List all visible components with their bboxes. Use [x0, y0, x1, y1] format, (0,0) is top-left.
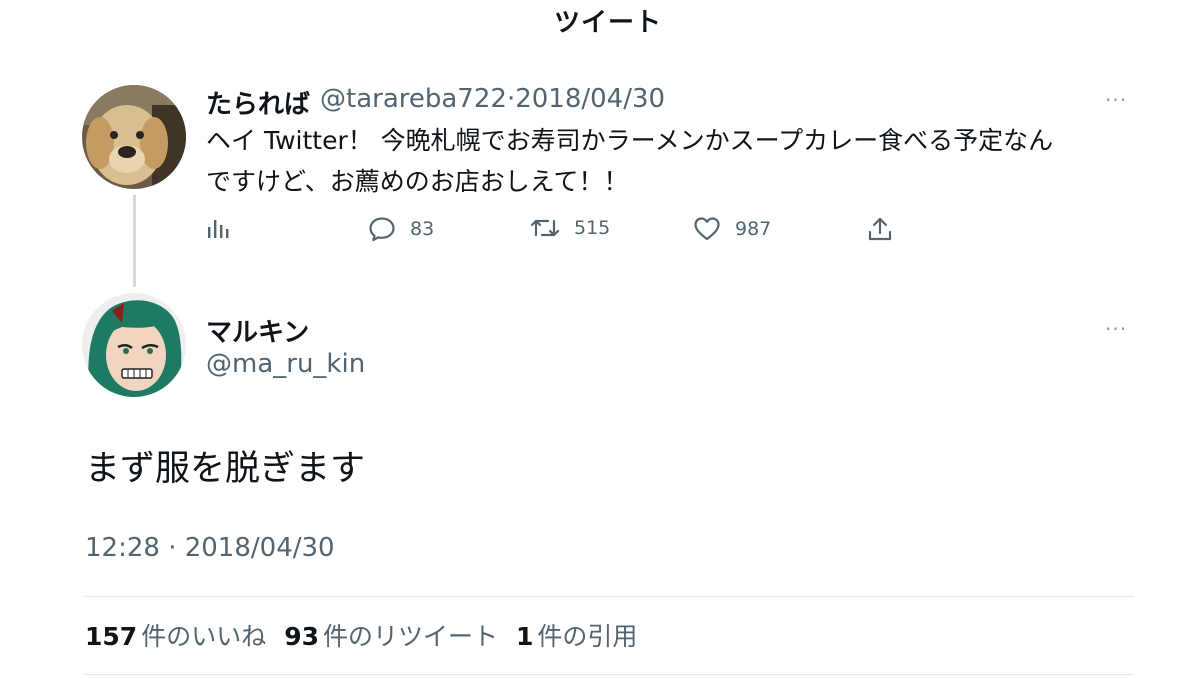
reply-count: 83: [410, 218, 435, 240]
author-name-marukin[interactable]: マルキン: [206, 312, 309, 349]
tweet-timestamp[interactable]: 12:28 · 2018/04/30: [85, 533, 335, 563]
tweet-text-line: ヘイ Twitter！ 今晩札幌でお寿司かラーメンかスープカレー食べる予定なん: [206, 126, 1054, 155]
handle-text: @tarareba722: [320, 84, 507, 114]
quotes-stat[interactable]: 1 件の引用: [516, 617, 637, 653]
bar-chart-icon: [208, 220, 229, 238]
handle-separator: ·: [506, 84, 516, 114]
tweet-date: 2018/04/30: [515, 84, 666, 114]
avatar-marukin[interactable]: [82, 293, 186, 397]
likes-count: 157: [85, 622, 138, 651]
avatar-tarareba[interactable]: [82, 85, 186, 189]
dog-avatar-image: [82, 85, 186, 189]
author-name-tarareba[interactable]: たられば: [206, 84, 310, 121]
engagement-stats: 157 件のいいね 93 件のリツイート 1 件の引用: [85, 617, 637, 653]
like-button[interactable]: 987: [693, 216, 771, 242]
reply-icon: [369, 217, 395, 242]
reply-tweet-text: まず服を脱ぎます: [85, 449, 366, 489]
tweet-text-line: ですけど、お薦めのお店おしえて！！: [206, 167, 629, 196]
page-title: ツイート: [553, 8, 662, 38]
thread-connector-line: [133, 195, 136, 287]
analytics-button[interactable]: [206, 216, 230, 240]
share-button[interactable]: [867, 216, 893, 242]
divider: [85, 674, 1134, 675]
likes-stat[interactable]: 157 件のいいね: [85, 617, 266, 653]
retweet-count: 515: [574, 217, 611, 239]
retweets-count: 93: [284, 622, 319, 651]
original-tweet-text: ヘイ Twitter！ 今晩札幌でお寿司かラーメンかスープカレー食べる予定なん …: [206, 120, 1136, 202]
author-handle-tarareba[interactable]: @tarareba722·2018/04/30: [320, 84, 665, 114]
divider: [85, 596, 1134, 597]
reply-button[interactable]: 83: [368, 216, 434, 242]
quotes-label: 件の引用: [537, 622, 638, 651]
more-options-button[interactable]: ···: [1105, 88, 1127, 112]
like-count: 987: [735, 218, 772, 240]
author-handle-marukin[interactable]: @ma_ru_kin: [206, 349, 365, 379]
likes-label: 件のいいね: [141, 622, 267, 651]
retweet-icon: [530, 219, 560, 237]
more-options-button[interactable]: ···: [1105, 317, 1127, 341]
share-icon: [868, 217, 892, 241]
heart-icon: [694, 217, 720, 241]
quotes-count: 1: [516, 622, 534, 651]
retweets-label: 件のリツイート: [323, 622, 499, 651]
character-avatar-image: [82, 293, 186, 397]
retweet-button[interactable]: 515: [530, 216, 610, 240]
retweets-stat[interactable]: 93 件のリツイート: [284, 617, 498, 653]
